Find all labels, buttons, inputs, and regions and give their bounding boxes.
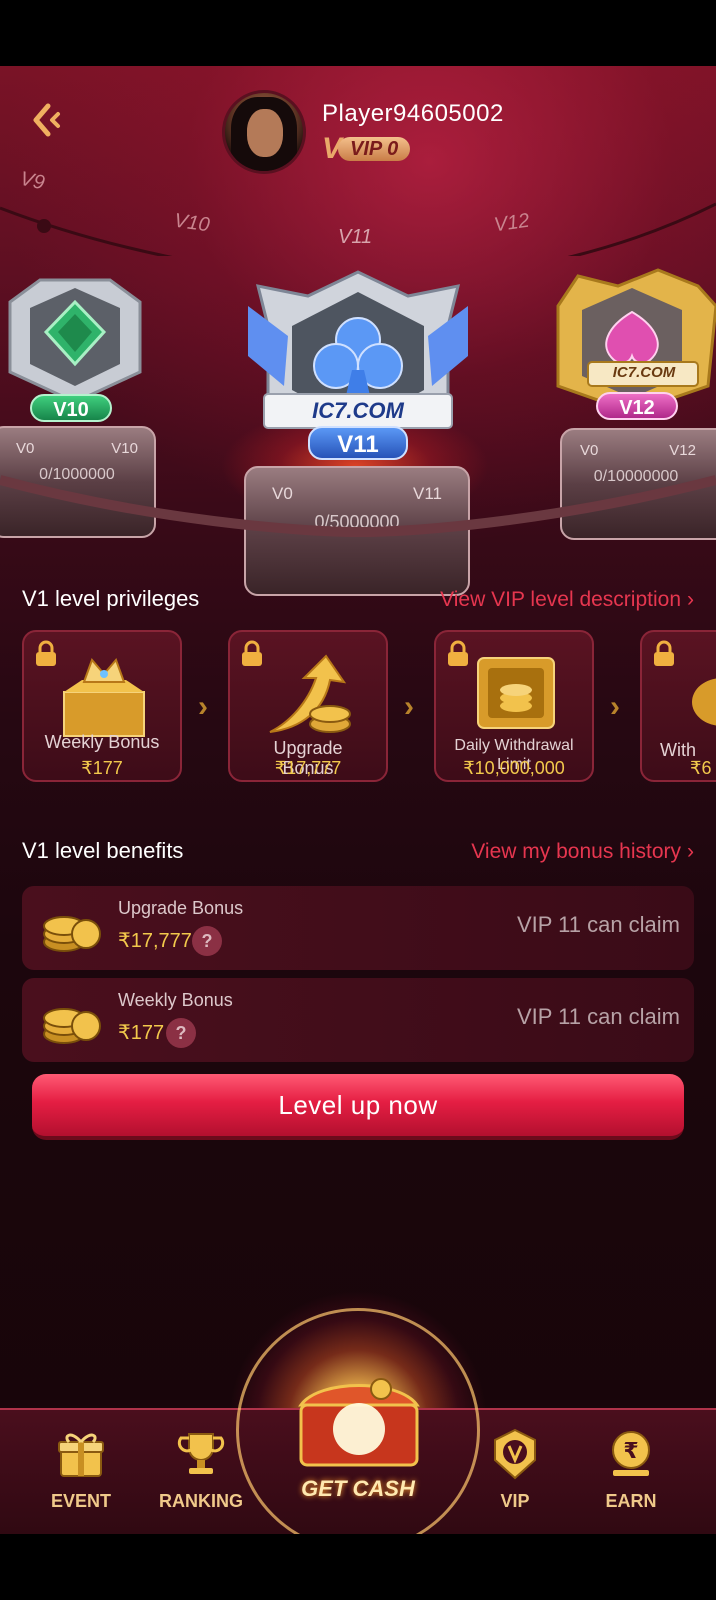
trophy-v10[interactable]: [0, 272, 150, 412]
green-gem-icon: [8, 278, 142, 404]
treasure-chest-icon: [298, 1378, 420, 1467]
lock-icon: [654, 640, 674, 666]
level-v11[interactable]: V11: [338, 226, 372, 249]
claim-status: VIP 11 can claim: [516, 1004, 680, 1029]
level-v9[interactable]: V9: [18, 168, 47, 196]
view-vip-description-link[interactable]: View VIP level description ›: [440, 588, 694, 612]
gold-piggy-icon: [692, 678, 716, 726]
claim-status: VIP 11 can claim: [516, 912, 680, 937]
gold-box-crown-icon: [63, 658, 145, 737]
gold-coins-icon: [43, 1008, 101, 1044]
vip-shield-icon: [494, 1428, 536, 1480]
level-v10[interactable]: V10: [173, 210, 211, 238]
chevron-right-icon: ›: [687, 840, 694, 863]
privilege-card-weekly-bonus[interactable]: Weekly Bonus ₹177: [22, 630, 182, 782]
gold-coins-icon: [43, 916, 101, 952]
nav-event[interactable]: EVENT: [26, 1428, 136, 1512]
benefit-row-upgrade-bonus: Upgrade Bonus ₹17,777 ? VIP 11 can claim: [22, 886, 694, 970]
level-up-button[interactable]: Level up now: [32, 1074, 684, 1140]
help-icon[interactable]: ?: [166, 1018, 196, 1048]
stage-arc: [0, 475, 716, 538]
chevron-right-icon: ›: [404, 690, 414, 723]
chevron-right-icon: ›: [198, 690, 208, 723]
privilege-card-upgrade-bonus[interactable]: Upgrade Bonus ₹17,777: [228, 630, 388, 782]
chevron-right-icon: ›: [610, 690, 620, 723]
brand-logo: IC7.COM: [312, 398, 404, 423]
player-name: Player94605002: [322, 100, 504, 127]
rupee-coin-icon: ₹: [612, 1431, 650, 1476]
view-bonus-history-link[interactable]: View my bonus history ›: [471, 840, 694, 864]
trophy-v11-ribbon: V11: [308, 426, 408, 460]
privileges-title: V1 level privileges: [22, 586, 200, 611]
back-button[interactable]: [28, 100, 68, 140]
brand-logo: IC7.COM: [612, 364, 676, 381]
chevron-right-icon: ›: [687, 588, 694, 611]
gold-arrow-coins-icon: [269, 654, 351, 733]
privileges-list: Weekly Bonus ₹177 › Upgrade Bonus ₹17,77…: [22, 630, 716, 782]
help-icon[interactable]: ?: [192, 926, 222, 956]
get-cash-button[interactable]: [236, 1308, 480, 1552]
gift-icon: [58, 1433, 104, 1477]
lock-icon: [448, 640, 468, 666]
benefit-row-weekly-bonus: Weekly Bonus ₹177 ? VIP 11 can claim: [22, 978, 694, 1062]
gold-safe-icon: [477, 657, 555, 729]
status-bar-area: [0, 0, 716, 66]
privilege-card-withdrawal[interactable]: With ₹6: [640, 630, 716, 782]
trophy-v12-ribbon: V12: [596, 392, 678, 420]
privilege-card-daily-withdrawal-limit[interactable]: Daily Withdrawal Limit ₹10,000,000: [434, 630, 594, 782]
svg-text:₹: ₹: [623, 1439, 638, 1464]
trophy-icon: [177, 1433, 225, 1474]
system-nav-area: [0, 1534, 716, 1600]
benefits-title: V1 level benefits: [22, 838, 184, 863]
nav-earn[interactable]: ₹ EARN: [576, 1428, 686, 1512]
trophy-v10-ribbon: V10: [30, 394, 112, 422]
back-arrow-icon: [33, 103, 60, 137]
get-cash-label: GET CASH: [301, 1476, 415, 1501]
level-v12[interactable]: V12: [493, 210, 531, 238]
